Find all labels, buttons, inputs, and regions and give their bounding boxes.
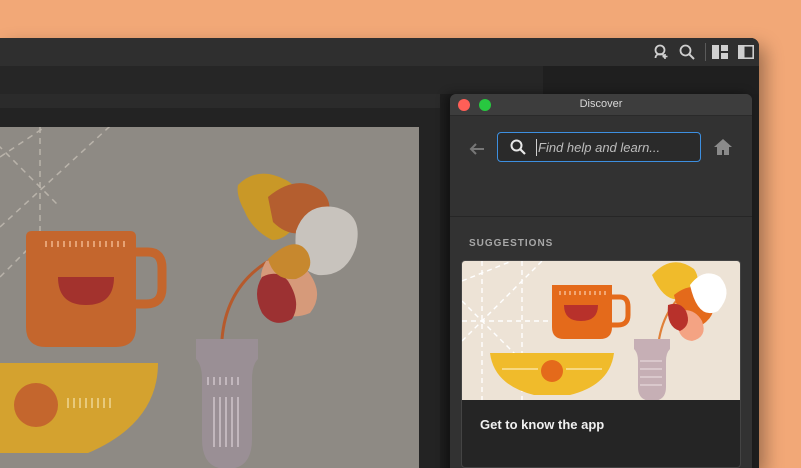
search-input[interactable] — [538, 136, 696, 158]
titlebar-divider — [705, 43, 706, 61]
suggestions-heading: SUGGESTIONS — [469, 238, 554, 249]
app-window: Discover SUGGESTIONS — [0, 38, 759, 468]
panel-title: Discover — [579, 98, 623, 110]
panel-divider — [450, 216, 752, 217]
discover-panel: Discover SUGGESTIONS — [450, 94, 752, 468]
search-icon — [510, 139, 526, 160]
options-bar — [0, 66, 543, 94]
suggestion-card[interactable]: Get to know the app — [461, 260, 741, 468]
search-icon[interactable] — [677, 42, 697, 62]
home-icon[interactable] — [713, 138, 733, 161]
app-titlebar — [0, 38, 759, 66]
back-arrow-icon[interactable] — [468, 141, 486, 157]
card-title: Get to know the app — [480, 417, 605, 432]
options-bar-right — [543, 66, 759, 94]
canvas-area[interactable] — [0, 108, 440, 468]
artboard-image — [0, 127, 419, 468]
document-tab-bar — [0, 94, 440, 108]
user-plus-icon[interactable] — [651, 42, 671, 62]
discover-panel-titlebar[interactable]: Discover — [450, 94, 752, 116]
card-thumbnail — [462, 261, 740, 400]
panel-toggle-icon[interactable] — [736, 42, 756, 62]
text-caret — [536, 139, 537, 156]
layout-grid-icon[interactable] — [710, 42, 730, 62]
search-field[interactable] — [497, 132, 701, 162]
